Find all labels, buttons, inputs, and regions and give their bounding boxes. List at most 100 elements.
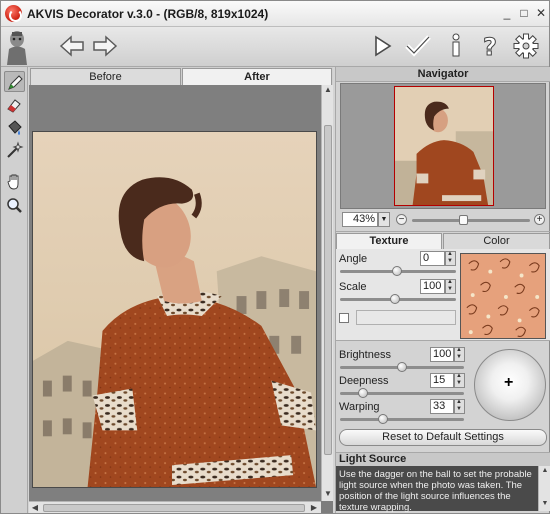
mascot-icon [3,29,31,65]
scroll-right-icon[interactable]: ▶ [309,503,319,513]
tab-texture[interactable]: Texture [336,233,442,249]
help-scrollbar[interactable]: ▲ ▼ [538,466,550,511]
akvis-logo-icon [5,5,22,22]
warping-field[interactable]: 33 [430,399,454,414]
deepness-label: Deepness [339,375,389,387]
settings-button[interactable] [511,31,541,61]
eraser-icon [7,99,21,113]
bucket-icon [8,120,22,135]
angle-label: Angle [339,253,368,265]
zoom-in-button[interactable]: + [534,214,545,225]
reset-defaults-button[interactable]: Reset to Default Settings [339,429,547,446]
light-source-ball[interactable]: + [474,349,546,421]
light-dagger-marker[interactable]: + [504,375,513,391]
scale-slider-knob[interactable] [390,294,400,304]
tab-after[interactable]: After [182,68,332,85]
zoom-slider[interactable] [412,215,530,225]
settings-gear-icon [513,33,539,59]
zoom-dropdown-icon[interactable]: ▼ [378,212,390,227]
navigator-title: Navigator [336,67,550,82]
selection-pencil-icon [8,75,23,90]
angle-slider[interactable] [340,266,456,276]
brightness-field[interactable]: 100 [430,347,454,362]
run-triangle-icon [375,35,392,57]
help-scroll-up-icon[interactable]: ▲ [540,467,550,474]
app-window: AKVIS Decorator v.3.0 - (RGB/8, 819x1024… [0,0,550,514]
help-title: Light Source [336,452,550,466]
zoom-field[interactable]: 43% [342,212,378,227]
help-scroll-down-icon[interactable]: ▼ [540,500,550,507]
help-icon: ? [483,33,498,62]
tool-selection-pencil[interactable] [4,71,25,92]
warping-label: Warping [339,401,380,413]
view-tabs: Before After [29,67,333,85]
run-button[interactable] [367,31,397,61]
apply-button[interactable] [403,31,433,61]
tool-eraser[interactable] [4,94,25,115]
brightness-slider-knob[interactable] [397,362,407,372]
angle-slider-knob[interactable] [392,266,402,276]
warping-slider[interactable] [340,414,464,424]
image-horizontal-scrollbar[interactable]: ◀ ▶ [29,501,321,513]
texture-checkbox[interactable] [339,313,349,323]
disabled-input [356,310,456,325]
help-button[interactable]: ? [475,31,505,62]
angle-spinner[interactable] [445,251,456,266]
scale-label: Scale [339,281,367,293]
scroll-thumb[interactable] [324,125,332,455]
brightness-label: Brightness [339,349,391,361]
help-text: Use the dagger on the ball to set the pr… [336,466,538,513]
zoom-slider-knob[interactable] [459,215,468,225]
navigator-thumbnail[interactable] [394,86,494,206]
window-title: AKVIS Decorator v.3.0 - (RGB/8, 819x1024… [27,7,269,21]
tab-color[interactable]: Color [443,233,550,249]
image-canvas[interactable] [29,85,321,501]
scale-slider[interactable] [340,294,456,304]
warping-spinner[interactable] [454,399,465,414]
scroll-left-icon[interactable]: ◀ [30,503,40,513]
deepness-spinner[interactable] [454,373,465,388]
texture-preview[interactable] [460,253,546,339]
title-bar: AKVIS Decorator v.3.0 - (RGB/8, 819x1024… [1,1,549,27]
brightness-slider[interactable] [340,362,464,372]
info-button[interactable] [441,31,471,61]
svg-text:?: ? [483,33,497,61]
hand-icon [7,174,19,190]
deepness-slider-knob[interactable] [358,388,368,398]
scale-field[interactable]: 100 [420,279,445,294]
zoom-loupe-icon [7,198,22,213]
texture-settings: Angle 0 Scale 100 [336,249,550,341]
image-vertical-scrollbar[interactable]: ▲ ▼ [321,85,333,501]
tools-panel [1,67,28,513]
maximize-button[interactable]: □ [518,7,530,19]
scroll-down-icon[interactable]: ▼ [323,489,333,499]
info-icon [452,33,460,57]
zoom-out-button[interactable]: − [396,214,407,225]
result-photo [32,131,317,488]
tab-before[interactable]: Before [30,68,181,85]
deepness-field[interactable]: 15 [430,373,454,388]
zoom-controls: 43% ▼ − + [340,211,546,229]
angle-field[interactable]: 0 [420,251,445,266]
apply-checkmark-icon [405,35,431,57]
tool-zoom[interactable] [4,195,25,216]
navigator-view[interactable] [340,83,546,209]
undo-button[interactable] [57,31,87,61]
tool-bucket[interactable] [4,117,25,138]
minimize-button[interactable]: _ [501,7,513,19]
image-panel: Before After ▲ ▼ ◀ ▶ [29,67,333,513]
redo-arrow-icon [93,35,118,57]
tool-magic-wand[interactable] [4,140,25,161]
redo-button[interactable] [90,31,120,61]
scale-spinner[interactable] [445,279,456,294]
brightness-spinner[interactable] [454,347,465,362]
toolbar: ? [1,27,549,67]
settings-panel: Navigator 43% ▼ − + Texture Color Angle … [335,67,550,513]
deepness-slider[interactable] [340,388,464,398]
scroll-thumb-h[interactable] [43,504,305,512]
scroll-up-icon[interactable]: ▲ [323,85,333,95]
magic-wand-icon [7,141,24,158]
tool-hand[interactable] [4,171,25,192]
close-button[interactable]: ✕ [535,7,547,19]
warping-slider-knob[interactable] [378,414,388,424]
